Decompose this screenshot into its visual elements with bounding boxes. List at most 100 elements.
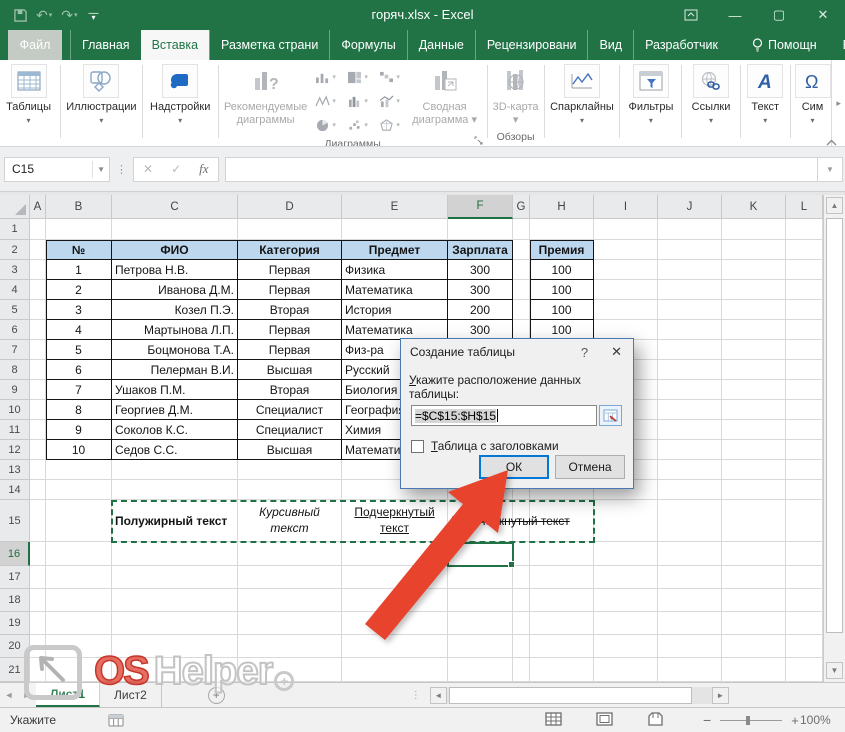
cell-D7[interactable]: Первая [238,340,342,360]
dialog-title-bar[interactable]: Создание таблицы ? ✕ [401,339,633,365]
cell-E1[interactable] [342,219,448,240]
cell-K2[interactable] [722,240,786,260]
cell-L10[interactable] [786,400,823,420]
cell-B11[interactable]: 9 [46,420,112,440]
cell-I4[interactable] [594,280,658,300]
cell-B7[interactable]: 5 [46,340,112,360]
cell-K8[interactable] [722,360,786,380]
cell-D9[interactable]: Вторая [238,380,342,400]
cell-C11[interactable]: Соколов К.С. [112,420,238,440]
cell-D20[interactable] [238,635,342,658]
waterfall-chart-icon[interactable]: ▾ [374,71,406,84]
cell-A18[interactable] [30,589,46,612]
cell-G4[interactable] [513,280,530,300]
row-header-15[interactable]: 15 [0,500,30,542]
cell-D8[interactable]: Высшая [238,360,342,380]
row-header-4[interactable]: 4 [0,280,30,300]
cell-E2[interactable]: Предмет [342,240,448,260]
cell-J10[interactable] [658,400,722,420]
vertical-scrollbar[interactable]: ▲ ▼ [823,195,845,682]
cell-K10[interactable] [722,400,786,420]
row-header-16[interactable]: 16 [0,542,30,566]
cell-I21[interactable] [594,658,658,682]
cell-A13[interactable] [30,460,46,480]
column-header-K[interactable]: K [722,195,786,219]
cell-D15[interactable]: Курсивный текст [238,500,342,542]
cell-J15[interactable] [658,500,722,542]
cell-L1[interactable] [786,219,823,240]
scroll-down-icon[interactable]: ▼ [826,662,843,679]
cell-G5[interactable] [513,300,530,320]
cell-D5[interactable]: Вторая [238,300,342,320]
cell-L4[interactable] [786,280,823,300]
ribbon-display-options-icon[interactable] [669,0,713,30]
tab-file[interactable]: Файл [8,30,62,60]
cell-A19[interactable] [30,612,46,635]
cell-L7[interactable] [786,340,823,360]
row-header-1[interactable]: 1 [0,219,30,240]
cell-B14[interactable] [46,480,112,500]
cell-J6[interactable] [658,320,722,340]
tab-help[interactable]: Помощн [741,30,828,60]
cell-J17[interactable] [658,566,722,589]
minimize-button[interactable]: — [713,0,757,30]
cell-D4[interactable]: Первая [238,280,342,300]
confirm-entry-icon[interactable]: ✓ [162,162,190,176]
cell-B16[interactable] [46,542,112,566]
macro-record-icon[interactable] [108,714,124,727]
cell-I15[interactable] [594,500,658,542]
links-button[interactable]: Ссылки ▾ [685,60,736,146]
cell-L19[interactable] [786,612,823,635]
cell-K21[interactable] [722,658,786,682]
row-header-9[interactable]: 9 [0,380,30,400]
combo-chart-icon[interactable]: ▾ [374,95,406,108]
cell-C17[interactable] [112,566,238,589]
cell-E21[interactable] [342,658,448,682]
cell-A6[interactable] [30,320,46,340]
cell-K4[interactable] [722,280,786,300]
column-header-G[interactable]: G [513,195,530,219]
sparklines-button[interactable]: Спарклайны ▾ [548,60,617,146]
cell-A7[interactable] [30,340,46,360]
row-header-14[interactable]: 14 [0,480,30,500]
horizontal-scroll-thumb[interactable] [449,687,692,704]
cell-H18[interactable] [530,589,594,612]
sheet-nav-left-icon[interactable]: ◄ [0,683,18,707]
cell-L18[interactable] [786,589,823,612]
cell-J7[interactable] [658,340,722,360]
cell-L11[interactable] [786,420,823,440]
3d-column-chart-icon[interactable]: ▾ [342,95,374,108]
cell-D6[interactable]: Первая [238,320,342,340]
addins-button[interactable]: Надстройки ▾ [146,60,215,146]
cell-B3[interactable]: 1 [46,260,112,280]
scatter-chart-icon[interactable]: ▾ [342,119,374,132]
cell-J18[interactable] [658,589,722,612]
illustrations-button[interactable]: Иллюстрации ▾ [64,60,139,146]
cell-H5[interactable]: 100 [530,300,594,320]
cell-F2[interactable]: Зарплата [448,240,513,260]
cell-E5[interactable]: История [342,300,448,320]
dialog-close-icon[interactable]: ✕ [600,344,633,360]
cell-A8[interactable] [30,360,46,380]
cell-C2[interactable]: ФИО [112,240,238,260]
cell-L14[interactable] [786,480,823,500]
cell-A2[interactable] [30,240,46,260]
tab-signin[interactable]: Вход [832,30,845,60]
cell-J1[interactable] [658,219,722,240]
column-header-A[interactable]: A [30,195,46,219]
zoom-level[interactable]: 100% [800,713,831,727]
cell-G3[interactable] [513,260,530,280]
cell-J19[interactable] [658,612,722,635]
range-input[interactable]: =$C$15:$H$15 [411,405,597,426]
cell-C15[interactable]: Полужирный текст [112,500,238,542]
zoom-slider-thumb[interactable] [746,716,750,725]
cell-F1[interactable] [448,219,513,240]
column-header-B[interactable]: B [46,195,112,219]
cell-B13[interactable] [46,460,112,480]
scrollbar-resize-handle[interactable]: ⋮ [411,690,422,701]
cell-K9[interactable] [722,380,786,400]
cell-D10[interactable]: Специалист [238,400,342,420]
column-chart-icon[interactable]: ▾ [310,71,342,84]
cell-C8[interactable]: Пелерман В.И. [112,360,238,380]
column-header-L[interactable]: L [786,195,823,219]
